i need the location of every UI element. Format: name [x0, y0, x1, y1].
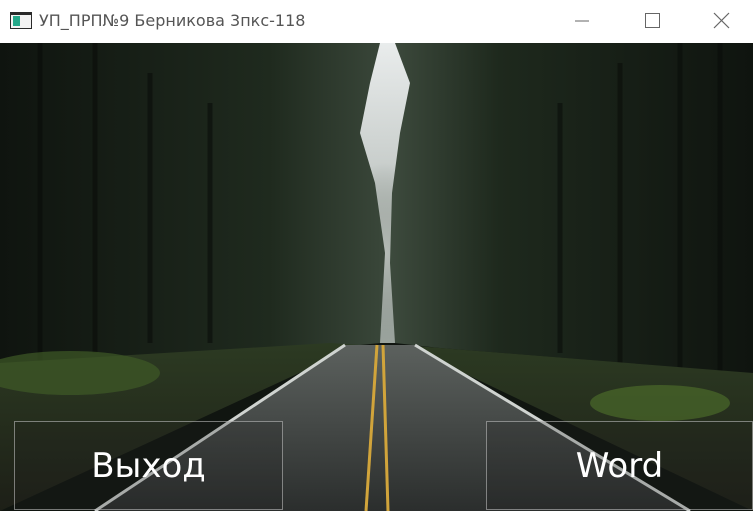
title-bar: УП_ПРП№9 Берникова 3пкс-118 — [0, 0, 753, 43]
close-button[interactable] — [698, 0, 744, 43]
maximize-icon — [645, 13, 660, 28]
app-icon — [10, 12, 32, 29]
window-title: УП_ПРП№9 Берникова 3пкс-118 — [39, 11, 306, 30]
minimize-icon — [575, 20, 589, 22]
minimize-button[interactable] — [558, 0, 604, 43]
maximize-button[interactable] — [628, 0, 674, 43]
exit-button[interactable]: Выход — [14, 421, 283, 510]
close-icon — [713, 12, 730, 29]
word-button[interactable]: Word — [486, 421, 753, 510]
